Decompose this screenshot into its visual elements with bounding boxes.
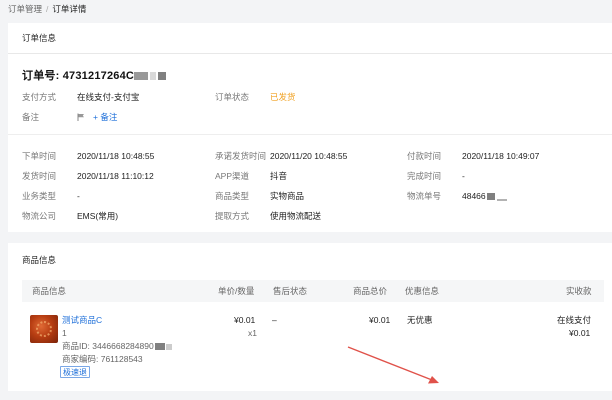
breadcrumb-current: 订单详情 bbox=[52, 4, 87, 14]
product-type-label: 商品类型 bbox=[215, 191, 250, 201]
order-time-label: 下单时间 bbox=[22, 151, 57, 161]
col-after-sale-status: 售后状态 bbox=[273, 286, 308, 296]
flag-icon bbox=[77, 112, 85, 121]
col-unit-price-qty: 单价/数量 bbox=[218, 286, 255, 296]
order-info-title: 订单信息 bbox=[22, 33, 57, 43]
divider bbox=[8, 134, 612, 135]
product-name-link[interactable]: 测试商品C bbox=[62, 314, 102, 326]
quantity: x1 bbox=[248, 328, 257, 338]
ship-time-label: 发货时间 bbox=[22, 171, 57, 181]
goods-info-card: 商品信息 商品信息 单价/数量 售后状态 商品总价 优惠信息 实收款 测试商品C… bbox=[8, 243, 612, 391]
logistics-company-value: EMS(常用) bbox=[77, 211, 119, 221]
order-status-label: 订单状态 bbox=[215, 92, 250, 102]
order-time-value: 2020/11/18 10:48:55 bbox=[77, 151, 155, 161]
order-number-value: 4731217264C bbox=[62, 70, 135, 82]
redaction-mask bbox=[165, 343, 172, 350]
tracking-no-label: 物流单号 bbox=[407, 191, 442, 201]
promised-ship-time-value: 2020/11/20 10:48:55 bbox=[270, 151, 348, 161]
redaction-mask bbox=[154, 343, 165, 351]
ship-time-value: 2020/11/18 11:10:12 bbox=[77, 171, 154, 181]
col-total-price: 商品总价 bbox=[353, 286, 388, 296]
order-number-label: 订单号: bbox=[22, 70, 60, 82]
breadcrumb-separator: / bbox=[46, 4, 49, 14]
goods-info-title: 商品信息 bbox=[22, 255, 57, 265]
promised-ship-time-label: 承诺发货时间 bbox=[215, 151, 267, 161]
after-sale-status: – bbox=[272, 315, 277, 325]
discount-info: 无优惠 bbox=[407, 315, 433, 325]
product-type-value: 实物商品 bbox=[270, 191, 305, 201]
total-price: ¥0.01 bbox=[369, 315, 391, 325]
redaction-mask bbox=[150, 72, 157, 81]
col-received: 实收款 bbox=[566, 286, 592, 296]
app-channel-value: 抖音 bbox=[270, 171, 288, 181]
merchant-code: 商家编码: 761128543 bbox=[62, 354, 143, 364]
payment-time-value: 2020/11/18 10:49:07 bbox=[462, 151, 540, 161]
breadcrumb: 订单管理 / 订单详情 bbox=[8, 3, 86, 15]
redaction-mask bbox=[158, 72, 167, 81]
redaction-mask bbox=[134, 72, 149, 81]
breadcrumb-parent[interactable]: 订单管理 bbox=[8, 4, 42, 14]
pickup-method-label: 提取方式 bbox=[215, 211, 250, 221]
complete-time-value: - bbox=[462, 171, 465, 181]
logistics-company-label: 物流公司 bbox=[22, 211, 57, 221]
payment-method-label: 支付方式 bbox=[22, 92, 57, 102]
product-id: 商品ID: 3446668284890 bbox=[62, 340, 172, 352]
goods-table-header: 商品信息 单价/数量 售后状态 商品总价 优惠信息 实收款 bbox=[22, 280, 604, 302]
col-goods-info: 商品信息 bbox=[32, 286, 67, 296]
unit-price: ¥0.01 bbox=[234, 315, 256, 325]
order-status-badge: 已发货 bbox=[270, 92, 296, 102]
pickup-method-value: 使用物流配送 bbox=[270, 211, 322, 221]
app-channel-label: APP渠道 bbox=[215, 171, 250, 181]
fast-refund-tag: 极速退 bbox=[60, 366, 90, 378]
product-qty-line: 1 bbox=[62, 328, 67, 338]
product-thumbnail[interactable] bbox=[30, 315, 58, 343]
business-type-label: 业务类型 bbox=[22, 191, 57, 201]
payment-method-value: 在线支付-支付宝 bbox=[77, 92, 140, 102]
redaction-mask bbox=[486, 193, 495, 201]
remark-label: 备注 bbox=[22, 112, 40, 122]
col-discount-info: 优惠信息 bbox=[405, 286, 440, 296]
pay-type: 在线支付 bbox=[557, 315, 592, 325]
tracking-no-value: 48466 bbox=[462, 190, 507, 202]
complete-time-label: 完成时间 bbox=[407, 171, 442, 181]
divider bbox=[8, 53, 612, 54]
annotation-arrow bbox=[347, 346, 439, 384]
add-remark-button[interactable]: + 备注 bbox=[77, 111, 117, 123]
received-amount: ¥0.01 bbox=[569, 328, 591, 338]
redaction-mask bbox=[496, 199, 507, 201]
business-type-value: - bbox=[77, 191, 80, 201]
order-info-card: 订单信息 订单号: 4731217264C 支付方式 在线支付-支付宝 订单状态… bbox=[8, 23, 612, 232]
payment-time-label: 付款时间 bbox=[407, 151, 442, 161]
order-number: 订单号: 4731217264C bbox=[22, 67, 167, 83]
